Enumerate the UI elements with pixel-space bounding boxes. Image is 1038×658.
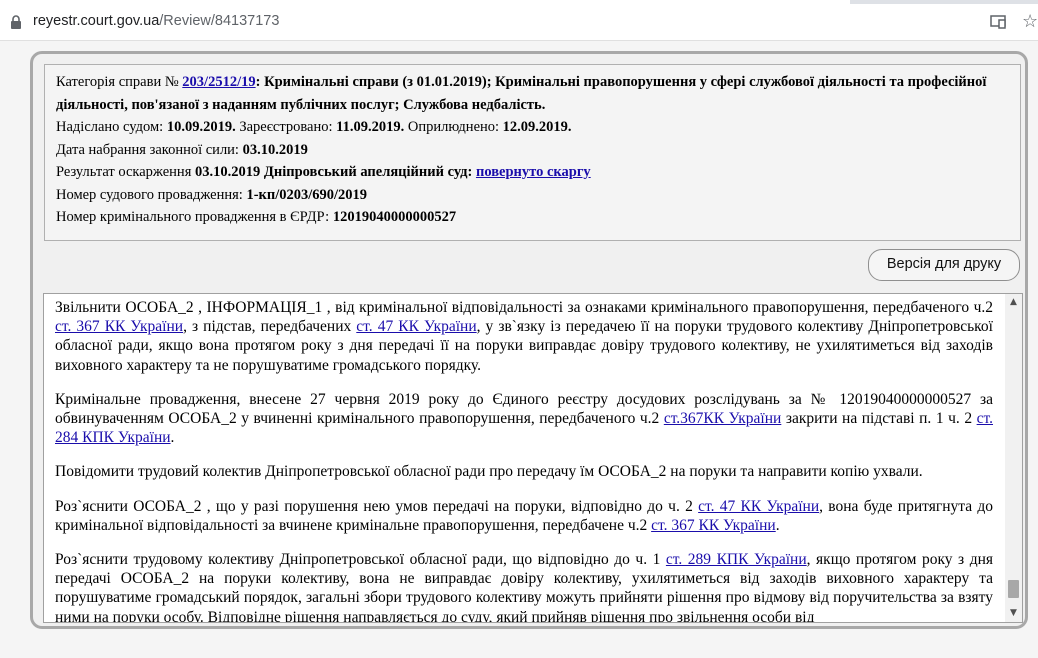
p2-text-c: . xyxy=(170,429,175,447)
document-panel: Категорія справи № 203/2512/19: Кримінал… xyxy=(30,51,1028,629)
proceeding-number: 1-кп/0203/690/2019 xyxy=(246,186,368,203)
registered-date: 11.09.2019. xyxy=(336,119,405,135)
scroll-down-arrow-icon[interactable]: ▼ xyxy=(1005,605,1022,622)
case-number-link[interactable]: 203/2512/19 xyxy=(182,74,255,90)
p4-text-c: . xyxy=(775,516,780,534)
category-label: Категорія справи № xyxy=(56,74,183,90)
url-host: reyestr.court.gov.ua xyxy=(33,13,160,29)
sent-label: Надіслано судом: xyxy=(56,119,167,135)
print-version-button[interactable]: Версія для друку xyxy=(868,249,1020,281)
appeal-result-link[interactable]: повернуто скаргу xyxy=(476,164,591,180)
document-text: Звільнити ОСОБА_2 , ІНФОРМАЦІЯ_1 , від к… xyxy=(55,298,993,622)
effective-date-row: Дата набрання законної сили: 03.10.2019 xyxy=(56,139,1010,162)
dates-row: Надіслано судом: 10.09.2019. Зареєстрова… xyxy=(56,116,1010,139)
scroll-up-arrow-icon[interactable]: ▲ xyxy=(1005,294,1022,311)
p2-text-b: закрити на підставі п. 1 ч. 2 xyxy=(781,410,977,428)
case-info-box: Категорія справи № 203/2512/19: Кримінал… xyxy=(44,64,1021,241)
paragraph-1: Звільнити ОСОБА_2 , ІНФОРМАЦІЯ_1 , від к… xyxy=(55,298,993,375)
case-category-row: Категорія справи № 203/2512/19: Кримінал… xyxy=(56,71,1010,116)
erdr-label: Номер кримінального провадження в ЄРДР: xyxy=(56,209,333,225)
p4-text-a: Роз`яснити ОСОБА_2 , що у разі порушення… xyxy=(55,497,699,515)
sent-date: 10.09.2019. xyxy=(166,119,236,135)
appeal-row: Результат оскарження 03.10.2019 Дніпровс… xyxy=(56,161,1010,184)
p5-text-a: Роз`яснити трудовому колективу Дніпропет… xyxy=(55,551,666,569)
cast-icon[interactable] xyxy=(990,15,1006,29)
article-367-link-2[interactable]: ст.367КК України xyxy=(664,410,782,427)
bookmark-star-icon[interactable]: ☆ xyxy=(1022,13,1038,31)
published-date: 12.09.2019. xyxy=(502,119,572,135)
article-47-link-2[interactable]: ст. 47 КК України xyxy=(698,498,819,515)
paragraph-3: Повідомити трудовий колектив Дніпропетро… xyxy=(55,463,923,481)
text-scrollbar[interactable]: ▲ ▼ xyxy=(1005,294,1022,622)
article-289-link[interactable]: ст. 289 КПК України xyxy=(666,551,807,568)
paragraph-2: Кримінальне провадження, внесене 27 черв… xyxy=(55,390,993,448)
erdr-number: 12019040000000527 xyxy=(332,209,457,225)
appeal-label: Результат оскарження xyxy=(56,164,195,180)
scroll-thumb[interactable] xyxy=(1008,580,1019,598)
erdr-row: Номер кримінального провадження в ЄРДР: … xyxy=(56,206,1010,229)
effective-date: 03.10.2019 xyxy=(242,141,308,158)
proceeding-label: Номер судового провадження: xyxy=(56,186,247,203)
url-path: /Review/84137173 xyxy=(159,13,280,29)
document-text-area[interactable]: Звільнити ОСОБА_2 , ІНФОРМАЦІЯ_1 , від к… xyxy=(43,293,1023,623)
address-bar[interactable]: reyestr.court.gov.ua/Review/84137173 ☆ xyxy=(0,4,1038,41)
proceeding-row: Номер судового провадження: 1-кп/0203/69… xyxy=(56,184,1010,207)
appeal-text: 03.10.2019 Дніпровський апеляційний суд: xyxy=(195,164,476,180)
effective-label: Дата набрання законної сили: xyxy=(56,141,243,158)
paragraph-5: Роз`яснити трудовому колективу Дніпропет… xyxy=(55,550,993,622)
p1-text-a: Звільнити ОСОБА_2 , ІНФОРМАЦІЯ_1 , від к… xyxy=(55,299,993,316)
lock-icon[interactable] xyxy=(10,15,22,29)
article-367-link[interactable]: ст. 367 КК України xyxy=(55,318,183,335)
registered-label: Зареєстровано: xyxy=(235,119,337,135)
paragraph-4: Роз`яснити ОСОБА_2 , що у разі порушення… xyxy=(55,497,993,535)
article-367-link-3[interactable]: ст. 367 КК України xyxy=(651,517,776,534)
p1-text-b: , з підстав, передбачених xyxy=(183,318,357,336)
published-label: Оприлюднено: xyxy=(404,119,503,135)
article-47-link[interactable]: ст. 47 КК України xyxy=(356,318,476,335)
url-text[interactable]: reyestr.court.gov.ua/Review/84137173 xyxy=(33,13,279,29)
